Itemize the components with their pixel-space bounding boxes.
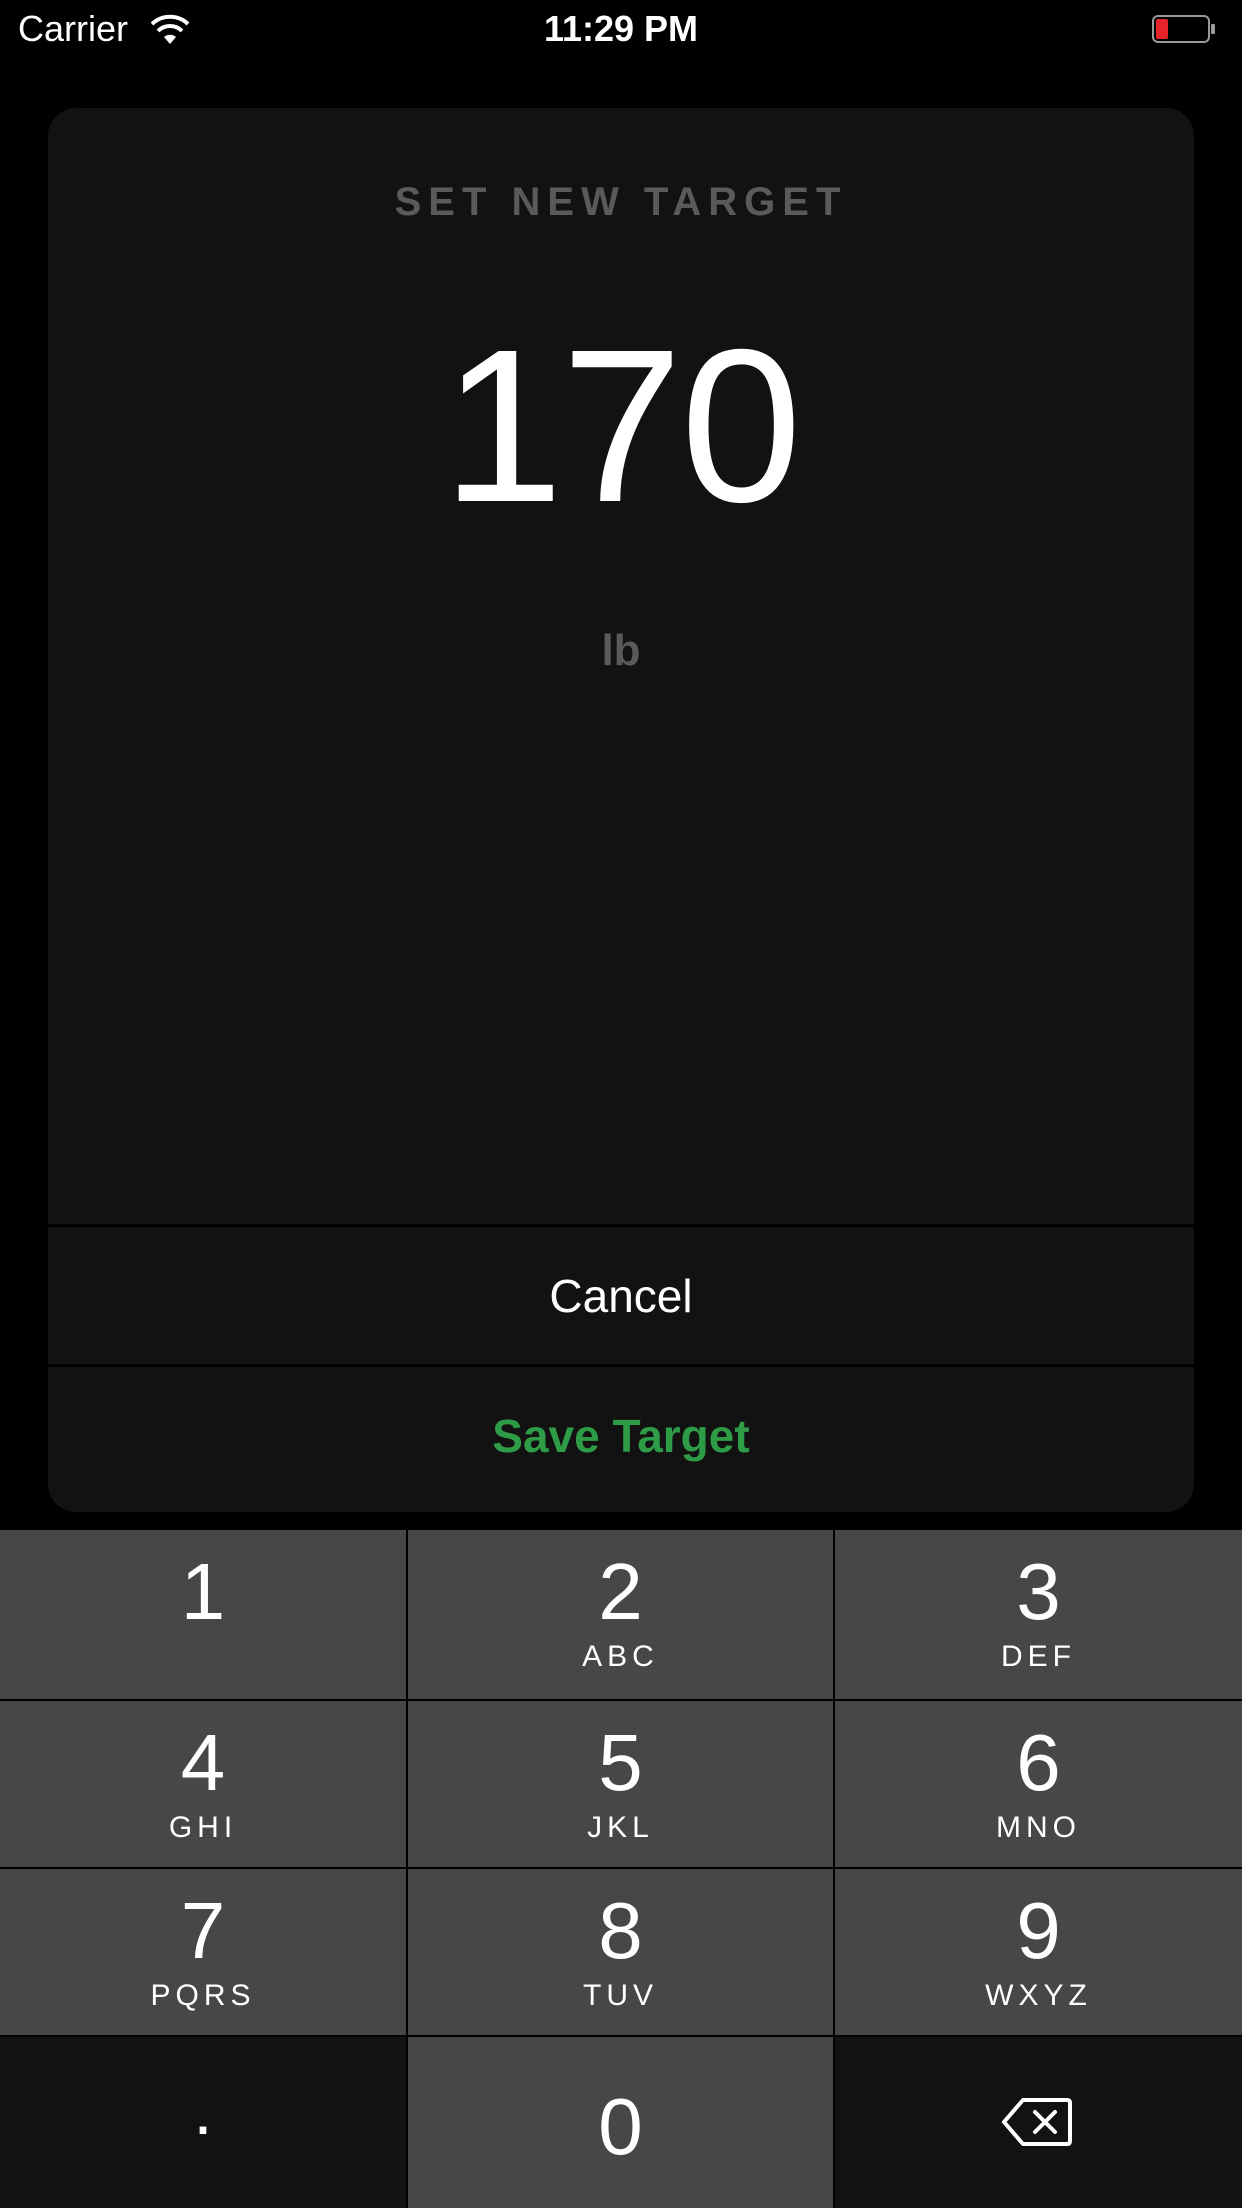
key-0[interactable]: 0 (408, 2037, 833, 2208)
cancel-button[interactable]: Cancel (48, 1228, 1194, 1364)
key-7[interactable]: 7 PQRS (0, 1869, 406, 2035)
key-9[interactable]: 9 WXYZ (835, 1869, 1242, 2035)
key-letters: DEF (1001, 1640, 1076, 1673)
battery-icon (1152, 15, 1215, 43)
key-letters: ABC (582, 1640, 659, 1673)
key-digit: 9 (1016, 1886, 1061, 1975)
target-value[interactable]: 170 (48, 318, 1194, 536)
key-letters: TUV (583, 1979, 658, 2012)
save-target-button[interactable]: Save Target (48, 1368, 1194, 1504)
key-digit: 5 (598, 1718, 643, 1807)
numeric-keypad: 1 2 ABC 3 DEF 4 GHI 5 JKL 6 MNO 7 PQRS 8… (0, 1530, 1242, 2208)
key-digit: 6 (1016, 1718, 1061, 1807)
key-digit: 0 (598, 2082, 643, 2171)
key-1[interactable]: 1 (0, 1530, 406, 1699)
key-letters: GHI (168, 1811, 238, 1844)
key-6[interactable]: 6 MNO (835, 1701, 1242, 1867)
key-digit: 4 (180, 1718, 226, 1807)
key-backspace[interactable] (835, 2037, 1242, 2208)
key-letters: JKL (587, 1811, 654, 1844)
key-8[interactable]: 8 TUV (408, 1869, 833, 2035)
key-digit: . (193, 2071, 213, 2149)
set-target-card: SET NEW TARGET 170 lb Cancel Save Target (48, 108, 1194, 1512)
key-3[interactable]: 3 DEF (835, 1530, 1242, 1699)
key-digit: 8 (598, 1886, 643, 1975)
status-bar: Carrier 11:29 PM (0, 0, 1242, 60)
backspace-icon (1002, 2098, 1072, 2146)
key-decimal[interactable]: . (0, 2037, 406, 2208)
key-5[interactable]: 5 JKL (408, 1701, 833, 1867)
key-letters: WXYZ (985, 1979, 1092, 2012)
key-letters: MNO (996, 1811, 1081, 1844)
key-digit: 2 (598, 1547, 643, 1636)
key-digit: 7 (180, 1886, 226, 1975)
clock: 11:29 PM (543, 8, 699, 49)
key-letters: PQRS (150, 1979, 256, 2012)
key-digit: 3 (1016, 1547, 1061, 1636)
card-title: SET NEW TARGET (394, 180, 848, 224)
key-4[interactable]: 4 GHI (0, 1701, 406, 1867)
unit-label: lb (601, 626, 641, 675)
key-digit: 1 (180, 1547, 226, 1636)
key-2[interactable]: 2 ABC (408, 1530, 833, 1699)
divider (48, 1364, 1194, 1367)
divider (48, 1224, 1194, 1227)
